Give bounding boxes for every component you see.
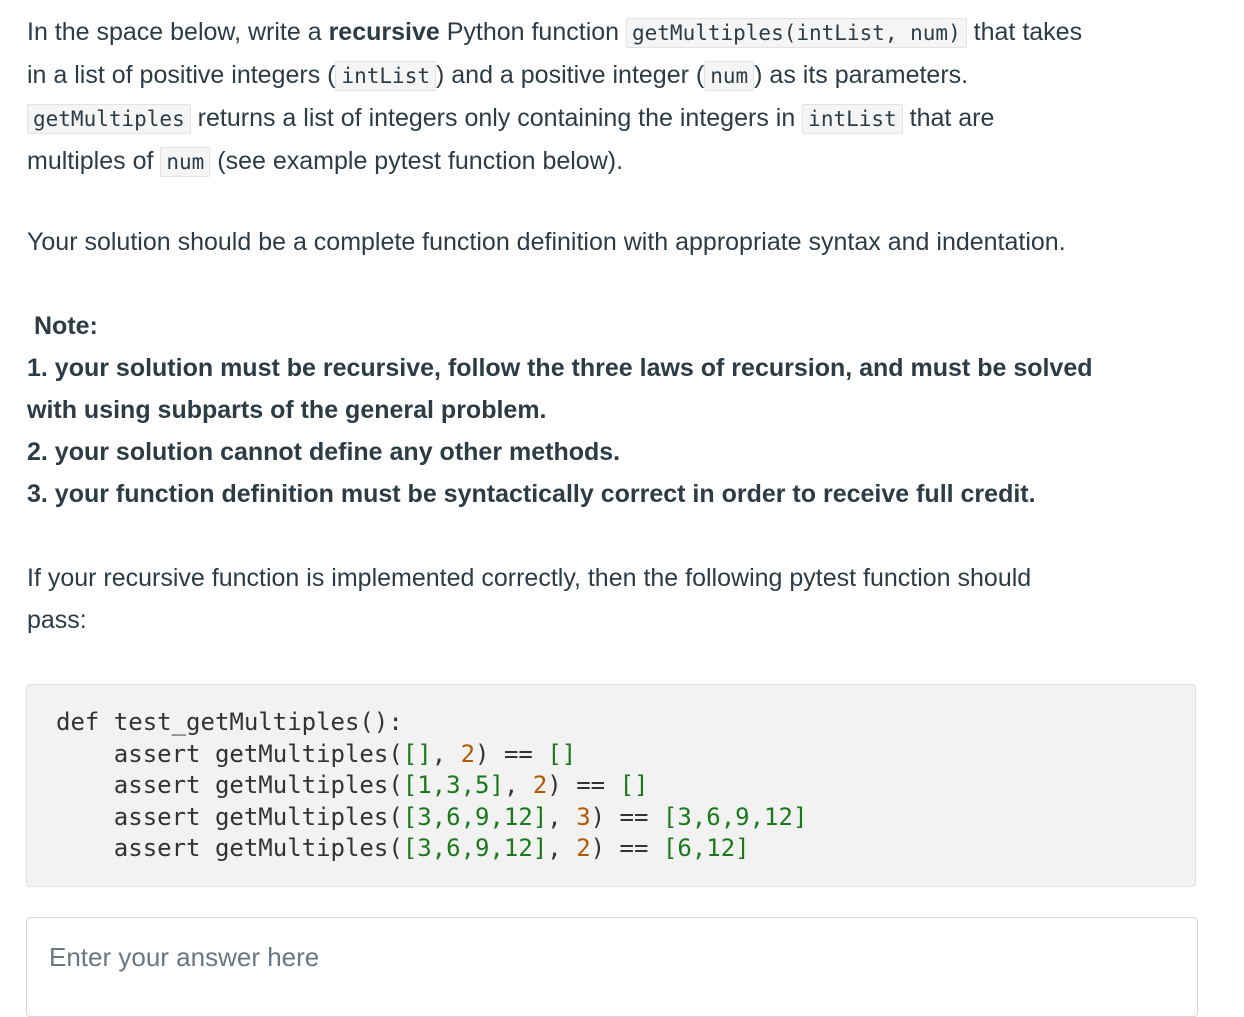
note-heading: Note: [34,312,98,340]
inline-code-signature: getMultiples(intList, num) [626,18,967,48]
code-block: def test_getMultiples(): assert getMulti… [26,684,1196,887]
code-assert-line: assert getMultiples([], 2) == [] [56,739,577,768]
solution-requirement: Your solution should be a complete funct… [27,228,1066,256]
answer-box [26,917,1198,1017]
instruction-text: ) and a positive integer ( [436,61,705,89]
code-assert-line: assert getMultiples([3,6,9,12], 3) == [3… [56,802,808,831]
inline-code-intlist: intList [802,104,903,134]
note-line: with using subparts of the general probl… [27,396,547,424]
inline-code-function-name: getMultiples [27,104,191,134]
instruction-text: In the space below, write a [27,18,329,46]
inline-code-num: num [704,61,755,91]
instruction-paragraph: In the space below, write a recursive Py… [27,11,1082,183]
instruction-text: ) as its parameters. [754,61,969,89]
emphasis-recursive: recursive [328,18,440,46]
answer-input[interactable] [27,918,1197,1016]
instruction-text: (see example pytest function below). [210,147,624,175]
instruction-text: returns a list of integers only containi… [190,104,803,132]
instruction-text: in a list of positive integers ( [27,61,336,89]
inline-code-num: num [160,147,211,177]
note-line: 2. your solution cannot define any other… [27,438,621,466]
pytest-intro-line: If your recursive function is implemente… [27,564,1032,592]
instruction-text: that are [902,104,995,132]
note-line: 3. your function definition must be synt… [27,480,1036,508]
pytest-intro: If your recursive function is implemente… [27,557,1031,641]
pytest-code: def test_getMultiples(): assert getMulti… [56,707,807,865]
code-assert-line: assert getMultiples([3,6,9,12], 2) == [6… [56,834,750,862]
instruction-text: that takes [966,18,1083,46]
note-list: 1. your solution must be recursive, foll… [27,347,1093,515]
note-line: 1. your solution must be recursive, foll… [27,354,1093,382]
instruction-text: Python function [439,18,626,46]
inline-code-intlist: intList [335,61,436,91]
pytest-intro-line: pass: [27,606,87,634]
code-assert-line: assert getMultiples([1,3,5], 2) == [] [56,771,649,799]
code-def-line: def test_getMultiples(): [56,708,403,736]
instruction-text: multiples of [27,147,161,175]
